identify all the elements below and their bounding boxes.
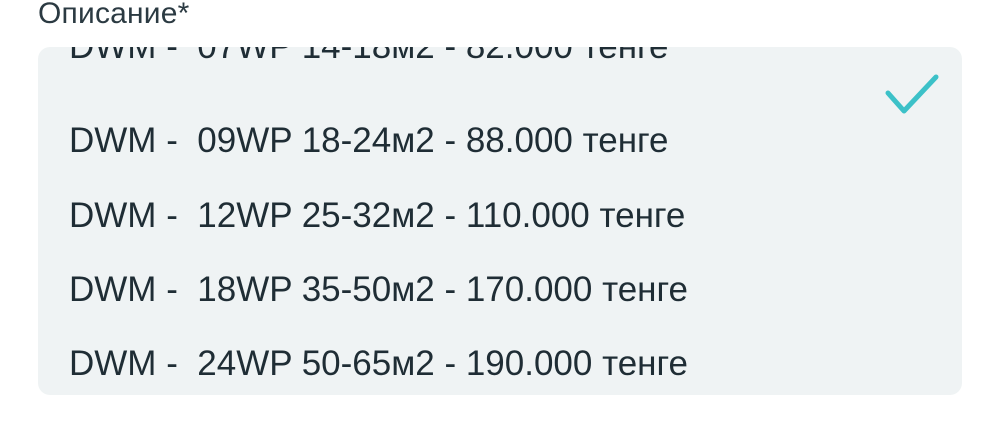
description-line: DWM - 24WP 50-65м2 - 190.000 тенге bbox=[69, 344, 688, 383]
description-line: DWM - 12WP 25-32м2 - 110.000 тенге bbox=[69, 196, 686, 235]
description-line: DWM - 18WP 35-50м2 - 170.000 тенге bbox=[69, 270, 688, 309]
field-label: Описание* bbox=[38, 0, 190, 30]
field-footer bbox=[38, 398, 962, 428]
description-line: DWM - 07WP 14-18м2 - 82.000 тенге bbox=[69, 47, 669, 69]
description-textarea[interactable]: DWM - 07WP 14-18м2 - 82.000 тенге DWM - … bbox=[38, 47, 962, 395]
check-icon bbox=[885, 74, 939, 114]
description-line: DWM - 09WP 18-24м2 - 88.000 тенге bbox=[69, 121, 669, 160]
